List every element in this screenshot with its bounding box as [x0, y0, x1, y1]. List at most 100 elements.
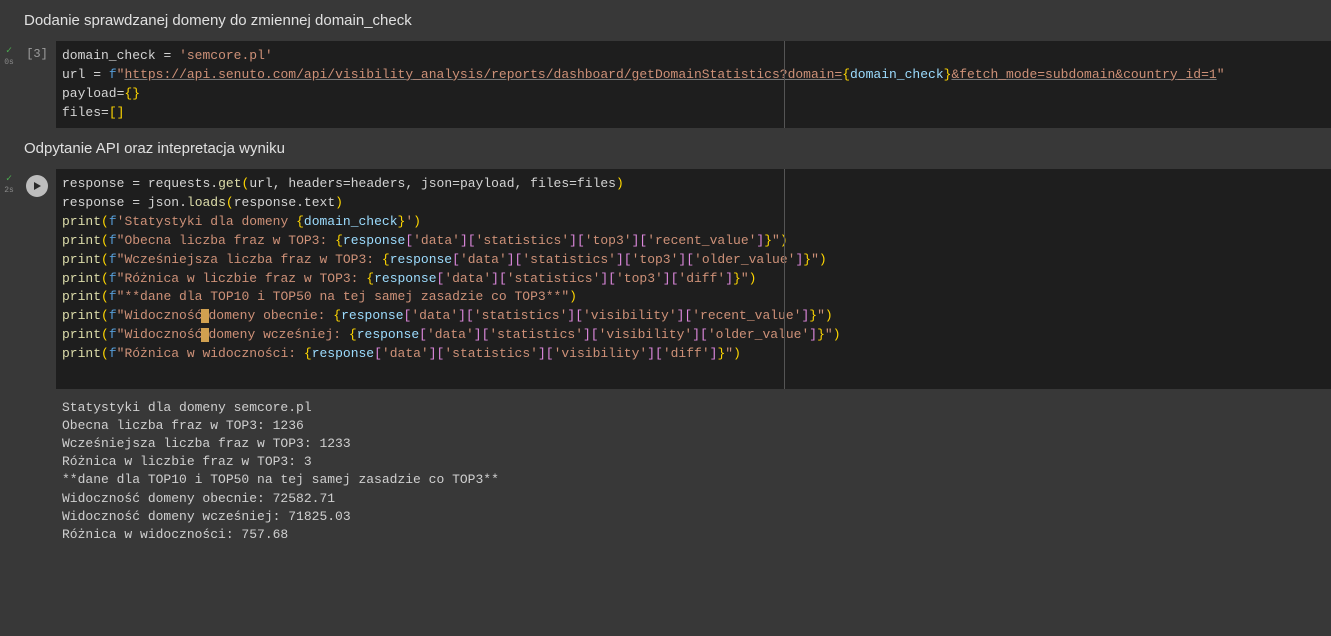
code-token: }	[817, 327, 825, 342]
code-token: )	[825, 308, 833, 323]
code-token: "Obecna liczba fraz w TOP3:	[117, 233, 335, 248]
code-token: response	[357, 327, 419, 342]
code-token: {}	[124, 86, 140, 101]
code-token: print	[62, 327, 101, 342]
code-token: []	[109, 105, 125, 120]
code-token: 'statistics'	[489, 327, 583, 342]
code-editor[interactable]: response = requests.get(url, headers=hea…	[56, 169, 1331, 388]
code-token: ][	[616, 252, 632, 267]
cell-output: Statystyki dla domeny semcore.pl Obecna …	[0, 389, 1331, 555]
code-token: 'data'	[413, 233, 460, 248]
code-token: 'visibility'	[554, 346, 648, 361]
code-token: ][	[474, 327, 490, 342]
code-token: ][	[491, 271, 507, 286]
code-token: ][	[600, 271, 616, 286]
prompt-label: [3]	[26, 47, 48, 61]
code-token: 'statistics'	[474, 308, 568, 323]
code-token: "	[741, 271, 749, 286]
code-token: (	[101, 233, 109, 248]
code-token: {	[296, 214, 304, 229]
code-token: ][	[647, 346, 663, 361]
code-token: domain_check	[62, 48, 156, 63]
code-token: [	[405, 233, 413, 248]
code-token: =	[132, 195, 140, 210]
code-token: )	[833, 327, 841, 342]
code-token: )	[335, 195, 343, 210]
code-token: 'Statystyki dla domeny	[117, 214, 296, 229]
checkmark-icon: ✓	[6, 47, 12, 57]
code-token: [	[419, 327, 427, 342]
code-token: {	[333, 308, 341, 323]
code-token: )	[616, 176, 624, 191]
code-token: )	[819, 252, 827, 267]
code-token: url, headers=headers, json=payload, file…	[249, 176, 616, 191]
code-token: print	[62, 271, 101, 286]
code-token: f	[109, 214, 117, 229]
code-token: '	[405, 214, 413, 229]
code-token: domeny obecnie:	[208, 308, 333, 323]
code-token: "Wcześniejsza liczba fraz w TOP3:	[117, 252, 382, 267]
code-token: =	[93, 67, 101, 82]
code-token: {	[304, 346, 312, 361]
code-token: .	[210, 176, 218, 191]
code-token: (	[101, 327, 109, 342]
code-token: "Widoczność	[117, 327, 203, 342]
code-token: (	[101, 252, 109, 267]
code-editor[interactable]: domain_check = 'semcore.pl' url = f"http…	[56, 41, 1331, 128]
exec-time: 2s	[4, 187, 14, 195]
run-button[interactable]	[26, 175, 48, 197]
code-token: &fetch_mode=subdomain&country_id=1	[951, 67, 1216, 82]
code-token: 'data'	[427, 327, 474, 342]
code-token: f	[109, 346, 117, 361]
editor-ruler	[784, 169, 785, 388]
code-token: response	[341, 308, 403, 323]
code-token: (	[101, 214, 109, 229]
code-token: {	[349, 327, 357, 342]
code-token: print	[62, 214, 101, 229]
code-token: ][	[507, 252, 523, 267]
code-token: "Różnica w widoczności:	[117, 346, 304, 361]
exec-time: 0s	[4, 59, 14, 67]
code-token: print	[62, 346, 101, 361]
code-token: response	[374, 271, 436, 286]
code-token: 'statistics'	[444, 346, 538, 361]
code-token: ][	[458, 308, 474, 323]
code-token: response	[62, 176, 124, 191]
code-token: ][	[538, 346, 554, 361]
code-token: domeny wcześniej:	[208, 327, 348, 342]
code-token: (	[101, 308, 109, 323]
code-token: }	[733, 271, 741, 286]
code-token: f	[109, 271, 117, 286]
code-token: 'top3'	[616, 271, 663, 286]
code-token: 'statistics'	[522, 252, 616, 267]
code-token: 'top3'	[585, 233, 632, 248]
section-heading-1: Dodanie sprawdzanej domeny do zmiennej d…	[0, 0, 1331, 41]
code-token: 'older_value'	[708, 327, 809, 342]
code-token: ]	[725, 271, 733, 286]
code-token: response	[390, 252, 452, 267]
code-token: {	[842, 67, 850, 82]
code-token: payload	[62, 86, 117, 101]
code-token: ][	[663, 271, 679, 286]
code-token: {	[366, 271, 374, 286]
code-token: f	[109, 67, 117, 82]
code-token: ][	[692, 327, 708, 342]
code-token: "	[825, 327, 833, 342]
code-token: url	[62, 67, 85, 82]
code-token: ][	[460, 233, 476, 248]
code-token: [	[374, 346, 382, 361]
code-token: 'diff'	[663, 346, 710, 361]
code-token: }	[764, 233, 772, 248]
code-token: response.text	[234, 195, 335, 210]
code-token: ][	[583, 327, 599, 342]
code-token: domain_check	[304, 214, 398, 229]
code-token: 'statistics'	[507, 271, 601, 286]
code-token: ][	[567, 308, 583, 323]
code-token: (	[101, 289, 109, 304]
code-token: f	[109, 327, 117, 342]
code-token: )	[733, 346, 741, 361]
checkmark-icon: ✓	[6, 175, 12, 185]
code-token: "Różnica w liczbie fraz w TOP3:	[117, 271, 367, 286]
code-token: ][	[678, 252, 694, 267]
code-token: https://api.senuto.com/api/visibility_an…	[124, 67, 842, 82]
